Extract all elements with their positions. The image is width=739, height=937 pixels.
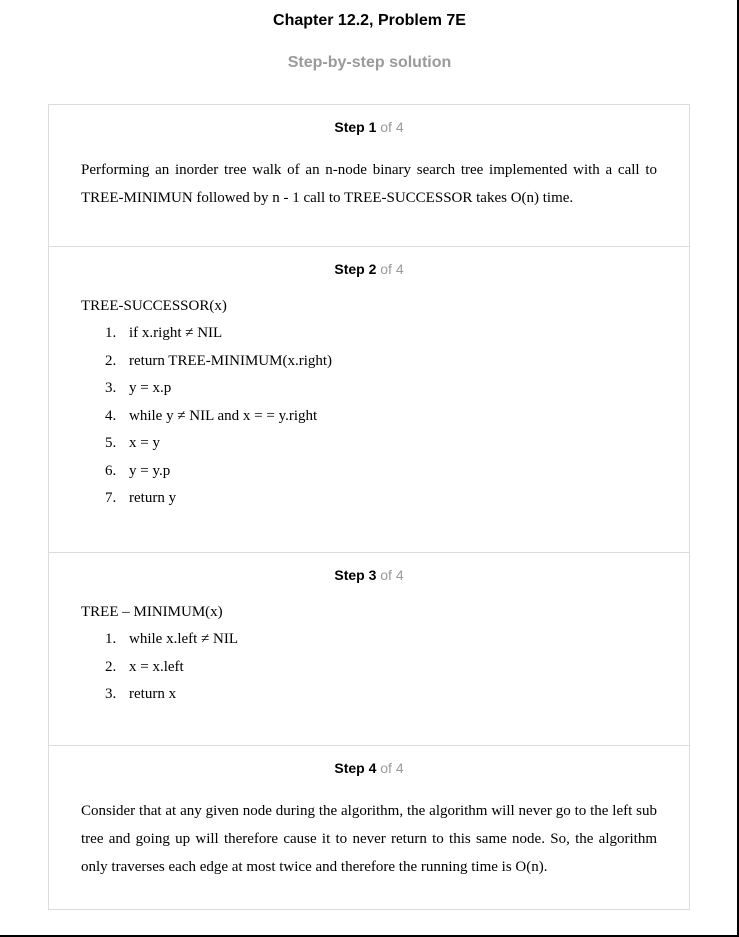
line-number: 1.: [105, 325, 117, 341]
step-2-body: TREE-SUCCESSOR(x) 1. if x.right ≠ NIL 2. r…: [49, 281, 689, 513]
line-text: while y ≠ NIL and x = = y.right: [129, 407, 318, 424]
step-3-code-list: 1. while x.left ≠ NIL 2. x = x.left 3. retu…: [81, 626, 657, 709]
code-line: 5. x = y: [105, 430, 657, 458]
code-line: 1. while x.left ≠ NIL: [105, 626, 657, 654]
step-4-label: Step 4: [334, 760, 377, 776]
step-3: Step 3 of 4 TREE – MINIMUM(x) 1. while x.…: [49, 552, 689, 745]
step-4: Step 4 of 4 Consider that at any given n…: [49, 745, 689, 909]
line-text: if x.right ≠ NIL: [129, 325, 223, 341]
step-3-of: of 4: [380, 567, 404, 583]
page-subtitle: Step-by-step solution: [287, 54, 452, 71]
code-line: 2. x = x.left: [105, 654, 657, 682]
step-3-code-title: TREE – MINIMUM(x): [81, 604, 223, 620]
line-number: 4.: [105, 407, 117, 424]
step-1-body: Performing an inorder tree walk of an n-…: [49, 139, 689, 212]
line-text: return x: [129, 686, 177, 702]
step-3-body: TREE – MINIMUM(x) 1. while x.left ≠ NIL 2…: [49, 587, 689, 709]
code-line: 2. return TREE-MINIMUM(x.right): [105, 348, 657, 376]
code-line: 7. return y: [105, 485, 657, 513]
step-3-label: Step 3: [334, 567, 377, 583]
line-text: return TREE-MINIMUM(x.right): [129, 352, 333, 369]
line-number: 6.: [105, 462, 117, 479]
step-2: Step 2 of 4 TREE-SUCCESSOR(x) 1. if x.rig…: [49, 246, 689, 552]
line-text: x = y: [129, 435, 160, 451]
step-4-header: Step 4 of 4: [49, 746, 689, 780]
step-2-header: Step 2 of 4: [49, 247, 689, 281]
code-line: 4. while y ≠ NIL and x = = y.right: [105, 403, 657, 431]
step-4-body: Consider that at any given node during t…: [49, 780, 689, 881]
line-number: 2.: [105, 352, 117, 369]
page-title: Chapter 12.2, Problem 7E: [273, 12, 466, 29]
code-line: 3. return x: [105, 681, 657, 709]
line-text: while x.left ≠ NIL: [129, 631, 239, 647]
line-text: x = x.left: [129, 658, 184, 675]
line-number: 3.: [105, 686, 117, 702]
step-4-paragraph: Consider that at any given node during t…: [81, 803, 657, 875]
step-4-of: of 4: [380, 760, 404, 776]
step-2-code-list: 1. if x.right ≠ NIL 2. return TREE-MINIMUM…: [81, 320, 657, 513]
line-text: return y: [129, 490, 177, 506]
step-2-code-title: TREE-SUCCESSOR(x): [81, 298, 227, 314]
line-number: 5.: [105, 435, 117, 451]
step-1-of: of 4: [380, 119, 404, 135]
code-line: 1. if x.right ≠ NIL: [105, 320, 657, 348]
step-1-paragraph: Performing an inorder tree walk of an n-…: [81, 162, 657, 206]
step-2-label: Step 2: [334, 261, 377, 277]
line-number: 2.: [105, 658, 117, 675]
line-number: 3.: [105, 380, 117, 396]
step-3-header: Step 3 of 4: [49, 553, 689, 587]
code-line: 6. y = y.p: [105, 458, 657, 486]
code-line: 3. y = x.p: [105, 375, 657, 403]
line-number: 1.: [105, 631, 117, 647]
line-text: y = x.p: [129, 380, 172, 396]
solution-steps: Step 1 of 4 Performing an inorder tree w…: [48, 104, 690, 910]
line-text: y = y.p: [129, 462, 171, 479]
step-1: Step 1 of 4 Performing an inorder tree w…: [49, 105, 689, 246]
step-2-of: of 4: [380, 261, 404, 277]
step-1-label: Step 1: [334, 119, 377, 135]
line-number: 7.: [105, 490, 117, 506]
step-1-header: Step 1 of 4: [49, 105, 689, 139]
